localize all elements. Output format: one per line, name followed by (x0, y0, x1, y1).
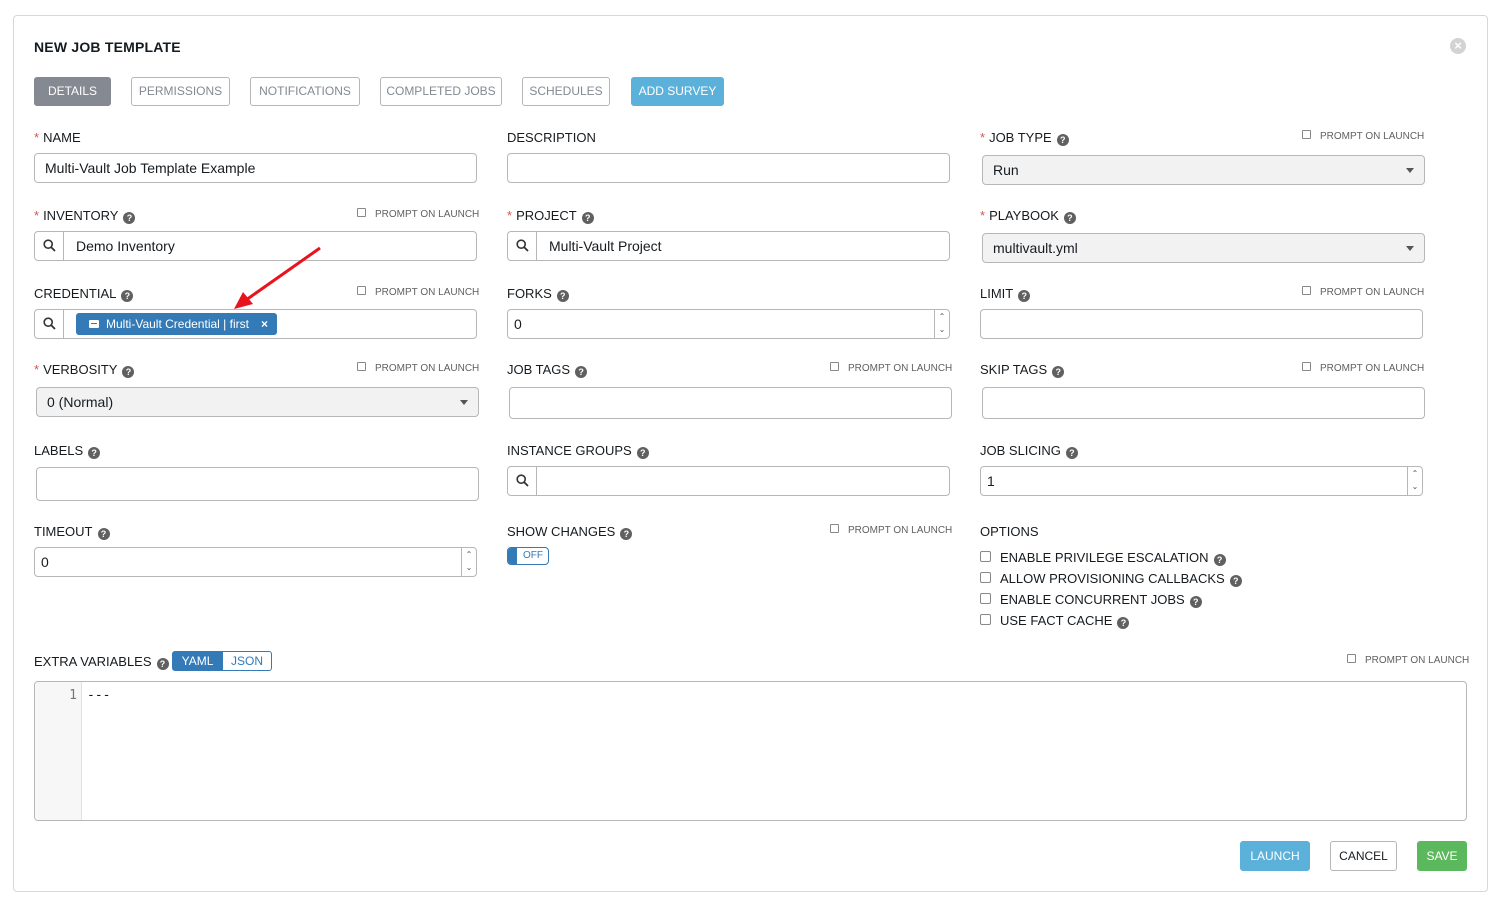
annotation-arrow-icon (234, 246, 321, 309)
